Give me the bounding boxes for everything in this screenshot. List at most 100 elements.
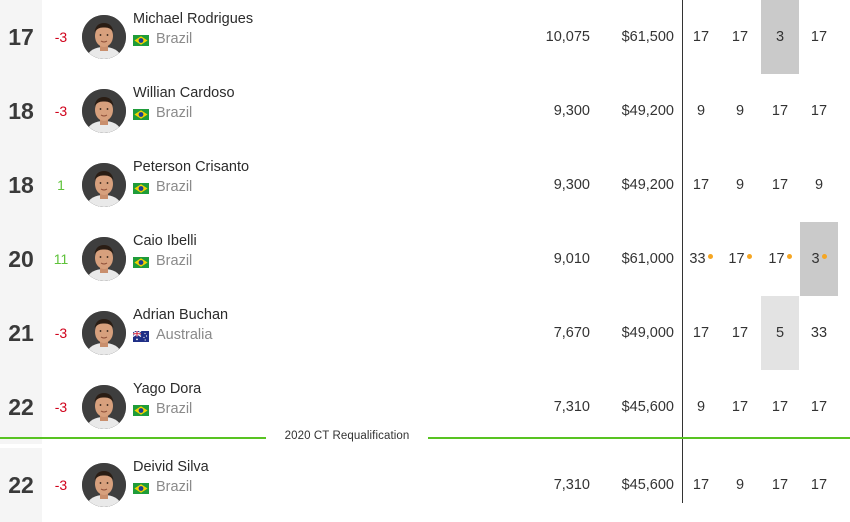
surfer-avatar[interactable]	[82, 311, 126, 355]
prize-money-value: $49,200	[621, 103, 674, 119]
surfer-country: Brazil	[133, 105, 192, 121]
rank-number: 22	[0, 370, 42, 444]
event-result-value: 17	[810, 103, 828, 119]
event-result: 17	[800, 448, 838, 522]
event-result-value: 9	[735, 103, 745, 119]
surfer-avatar[interactable]	[82, 463, 126, 507]
event-result: 17	[721, 370, 759, 444]
rank-change: -3	[54, 29, 68, 45]
event-result: 17	[800, 74, 838, 148]
brazil-flag-icon	[133, 482, 149, 494]
country-label: Brazil	[156, 253, 193, 269]
event-result: 5	[761, 296, 799, 370]
indicator-dot-icon	[707, 253, 713, 259]
prize-money-value: $49,000	[621, 325, 674, 341]
event-result-value: 33	[689, 251, 706, 267]
event-result-value: 17	[731, 29, 749, 45]
event-result-value: 17	[692, 477, 710, 493]
rank-change: -3	[54, 477, 68, 493]
event-result: 17	[761, 222, 799, 296]
event-result: 17	[721, 222, 759, 296]
event-result: 33	[682, 222, 720, 296]
ranking-row[interactable]: 18 -3 Willian Cardoso Brazil 9,300 $49,200 9 9 1…	[0, 74, 850, 148]
surfer-country: Australia	[132, 327, 213, 343]
surfer-country: Brazil	[133, 31, 192, 47]
country-label: Brazil	[156, 179, 193, 195]
event-result: 17	[761, 74, 799, 148]
event-result: 17	[800, 370, 838, 444]
country-label: Brazil	[156, 479, 193, 495]
event-result-value: 9	[814, 177, 824, 193]
event-result-value: 17	[771, 177, 789, 193]
ranking-row[interactable]: 20 11 Caio Ibelli Brazil 9,010 $61,000 33 17 17 3	[0, 222, 850, 296]
surfer-name[interactable]: Willian Cardoso	[133, 85, 235, 101]
points-value: 7,670	[553, 325, 590, 341]
event-result-value: 5	[775, 325, 785, 341]
event-result-value: 17	[768, 251, 785, 267]
prize-money-value: $61,000	[621, 251, 674, 267]
event-result: 17	[800, 0, 838, 74]
surfer-country: Brazil	[133, 479, 192, 495]
prize-money-value: $45,600	[621, 477, 674, 493]
event-result-value: 17	[692, 325, 710, 341]
event-result-value: 17	[771, 477, 789, 493]
ranking-row[interactable]: 21 -3 Adrian Buchan Australia 7,670 $49,000 17…	[0, 296, 850, 370]
event-result: 17	[682, 148, 720, 222]
rank-number: 17	[0, 0, 42, 74]
surfer-avatar[interactable]	[82, 89, 126, 133]
surfer-name[interactable]: Caio Ibelli	[133, 233, 197, 249]
event-result-value: 17	[771, 399, 789, 415]
country-label: Brazil	[156, 105, 193, 121]
prize-money-value: $49,200	[621, 177, 674, 193]
event-result-value: 9	[735, 477, 745, 493]
indicator-dot-icon	[786, 253, 792, 259]
event-result-value: 33	[810, 325, 828, 341]
surfer-name[interactable]: Deivid Silva	[133, 459, 209, 475]
rank-change: -3	[54, 103, 68, 119]
surfer-country: Brazil	[133, 401, 192, 417]
rank-change: 1	[57, 177, 65, 193]
event-result-value: 17	[692, 29, 710, 45]
australia-flag-icon	[132, 330, 149, 342]
ranking-row[interactable]: 18 1 Peterson Crisanto Brazil 9,300 $49,200 17…	[0, 148, 850, 222]
event-result-value: 17	[810, 29, 828, 45]
event-result-value: 17	[731, 325, 749, 341]
brazil-flag-icon	[133, 108, 149, 120]
rank-change: -3	[54, 399, 68, 415]
rank-change: -3	[54, 325, 68, 341]
event-result-value: 17	[728, 251, 745, 267]
event-result-value: 3	[811, 251, 820, 267]
event-result: 33	[800, 296, 838, 370]
points-value: 9,300	[553, 177, 590, 193]
indicator-dot-icon	[746, 253, 752, 259]
event-result: 9	[800, 148, 838, 222]
country-label: Brazil	[156, 31, 193, 47]
event-result: 17	[761, 148, 799, 222]
event-result: 9	[721, 448, 759, 522]
country-label: Australia	[156, 327, 213, 343]
event-result-value: 17	[771, 103, 789, 119]
prize-money-value: $61,500	[621, 29, 674, 45]
cutline-label: 2020 CT Requalification	[266, 430, 428, 442]
event-result: 17	[721, 296, 759, 370]
ranking-row[interactable]: 17 -3 Michael Rodrigues Brazil 10,075 $61,500…	[0, 0, 850, 74]
event-result: 3	[800, 222, 838, 296]
rank-number: 18	[0, 74, 42, 148]
event-result: 9	[721, 74, 759, 148]
surfer-name[interactable]: Yago Dora	[133, 381, 201, 397]
rank-number: 21	[0, 296, 42, 370]
event-result: 17	[761, 370, 799, 444]
surfer-name[interactable]: Michael Rodrigues	[133, 11, 253, 27]
surfer-avatar[interactable]	[82, 163, 126, 207]
surfer-avatar[interactable]	[82, 15, 126, 59]
event-result-value: 17	[731, 399, 749, 415]
surfer-avatar[interactable]	[82, 385, 126, 429]
surfer-name[interactable]: Peterson Crisanto	[133, 159, 249, 175]
surfer-avatar[interactable]	[82, 237, 126, 281]
rank-number: 20	[0, 222, 42, 296]
prize-money-value: $45,600	[621, 399, 674, 415]
points-value: 7,310	[553, 477, 590, 493]
ranking-row[interactable]: 22 -3 Deivid Silva Brazil 7,310 $45,600 17 9 17 1…	[0, 448, 850, 522]
event-result: 9	[682, 74, 720, 148]
surfer-name[interactable]: Adrian Buchan	[133, 307, 228, 323]
